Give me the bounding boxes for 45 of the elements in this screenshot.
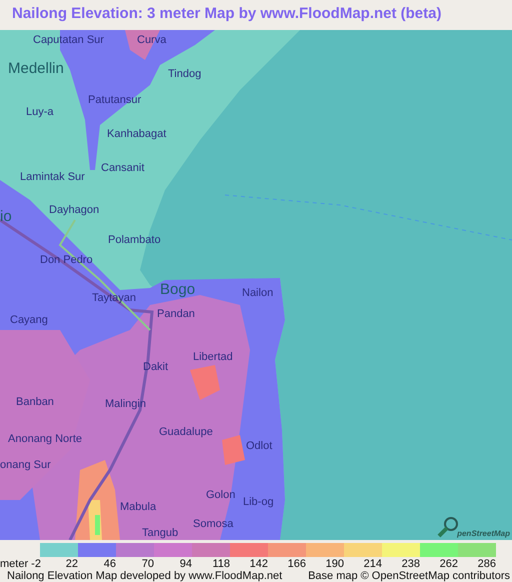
- legend-tick-label: meter -2: [0, 558, 41, 570]
- place-label: Cansanit: [101, 162, 144, 175]
- place-label: Polambato: [108, 234, 161, 247]
- legend-tick-label: 142: [250, 558, 268, 570]
- legend-tick-label: 262: [440, 558, 458, 570]
- place-label: Bogo: [160, 281, 196, 298]
- place-label: Medellin: [8, 60, 64, 77]
- legend-tick-label: 70: [142, 558, 154, 570]
- place-label: Tangub: [142, 527, 178, 540]
- place-label: Malingin: [105, 398, 146, 411]
- place-label: Libertad: [193, 351, 233, 364]
- place-label: Cayang: [10, 314, 48, 327]
- place-label: Odlot: [246, 440, 272, 453]
- legend-tick-label: 118: [212, 558, 230, 570]
- place-label: Dayhagon: [49, 204, 100, 217]
- place-label: onang Sur: [0, 459, 51, 472]
- place-label: Tindog: [168, 68, 202, 81]
- legend-tick-label: 214: [364, 558, 382, 570]
- place-label: Pandan: [157, 308, 195, 321]
- place-label: Golon: [206, 489, 236, 502]
- base-map-attribution: Base map © OpenStreetMap contributors: [308, 570, 510, 582]
- place-label: Banban: [16, 396, 54, 409]
- place-label: Caputatan Sur: [33, 34, 104, 47]
- place-label: io: [0, 208, 12, 225]
- legend-tick-label: 238: [402, 558, 420, 570]
- legend-tick-label: 22: [66, 558, 78, 570]
- legend-tick-label: 94: [180, 558, 192, 570]
- place-label: Mabula: [120, 501, 156, 514]
- legend-tick-label: 190: [326, 558, 344, 570]
- openstreetmap-logo-text: penStreetMap: [457, 529, 510, 538]
- place-label: Guadalupe: [159, 426, 213, 439]
- place-label: Somosa: [193, 518, 234, 531]
- place-label: Curva: [137, 34, 166, 47]
- place-label: Lib-og: [243, 496, 274, 509]
- place-label: Dakit: [143, 361, 168, 374]
- place-label: Kanhabagat: [107, 128, 166, 141]
- place-label: Nailon: [242, 287, 274, 300]
- legend-tick-label: 46: [104, 558, 116, 570]
- legend-tick-label: 166: [288, 558, 306, 570]
- legend-tick-label: 286: [478, 558, 496, 570]
- place-label: Anonang Norte: [8, 433, 82, 446]
- page-title: Nailong Elevation: 3 meter Map by www.FloodMap.net (beta): [12, 5, 442, 22]
- place-label: Luy-a: [26, 106, 54, 119]
- place-label: Lamintak Sur: [20, 171, 85, 184]
- map-credit: Nailong Elevation Map developed by www.FloodMap.net: [7, 570, 282, 582]
